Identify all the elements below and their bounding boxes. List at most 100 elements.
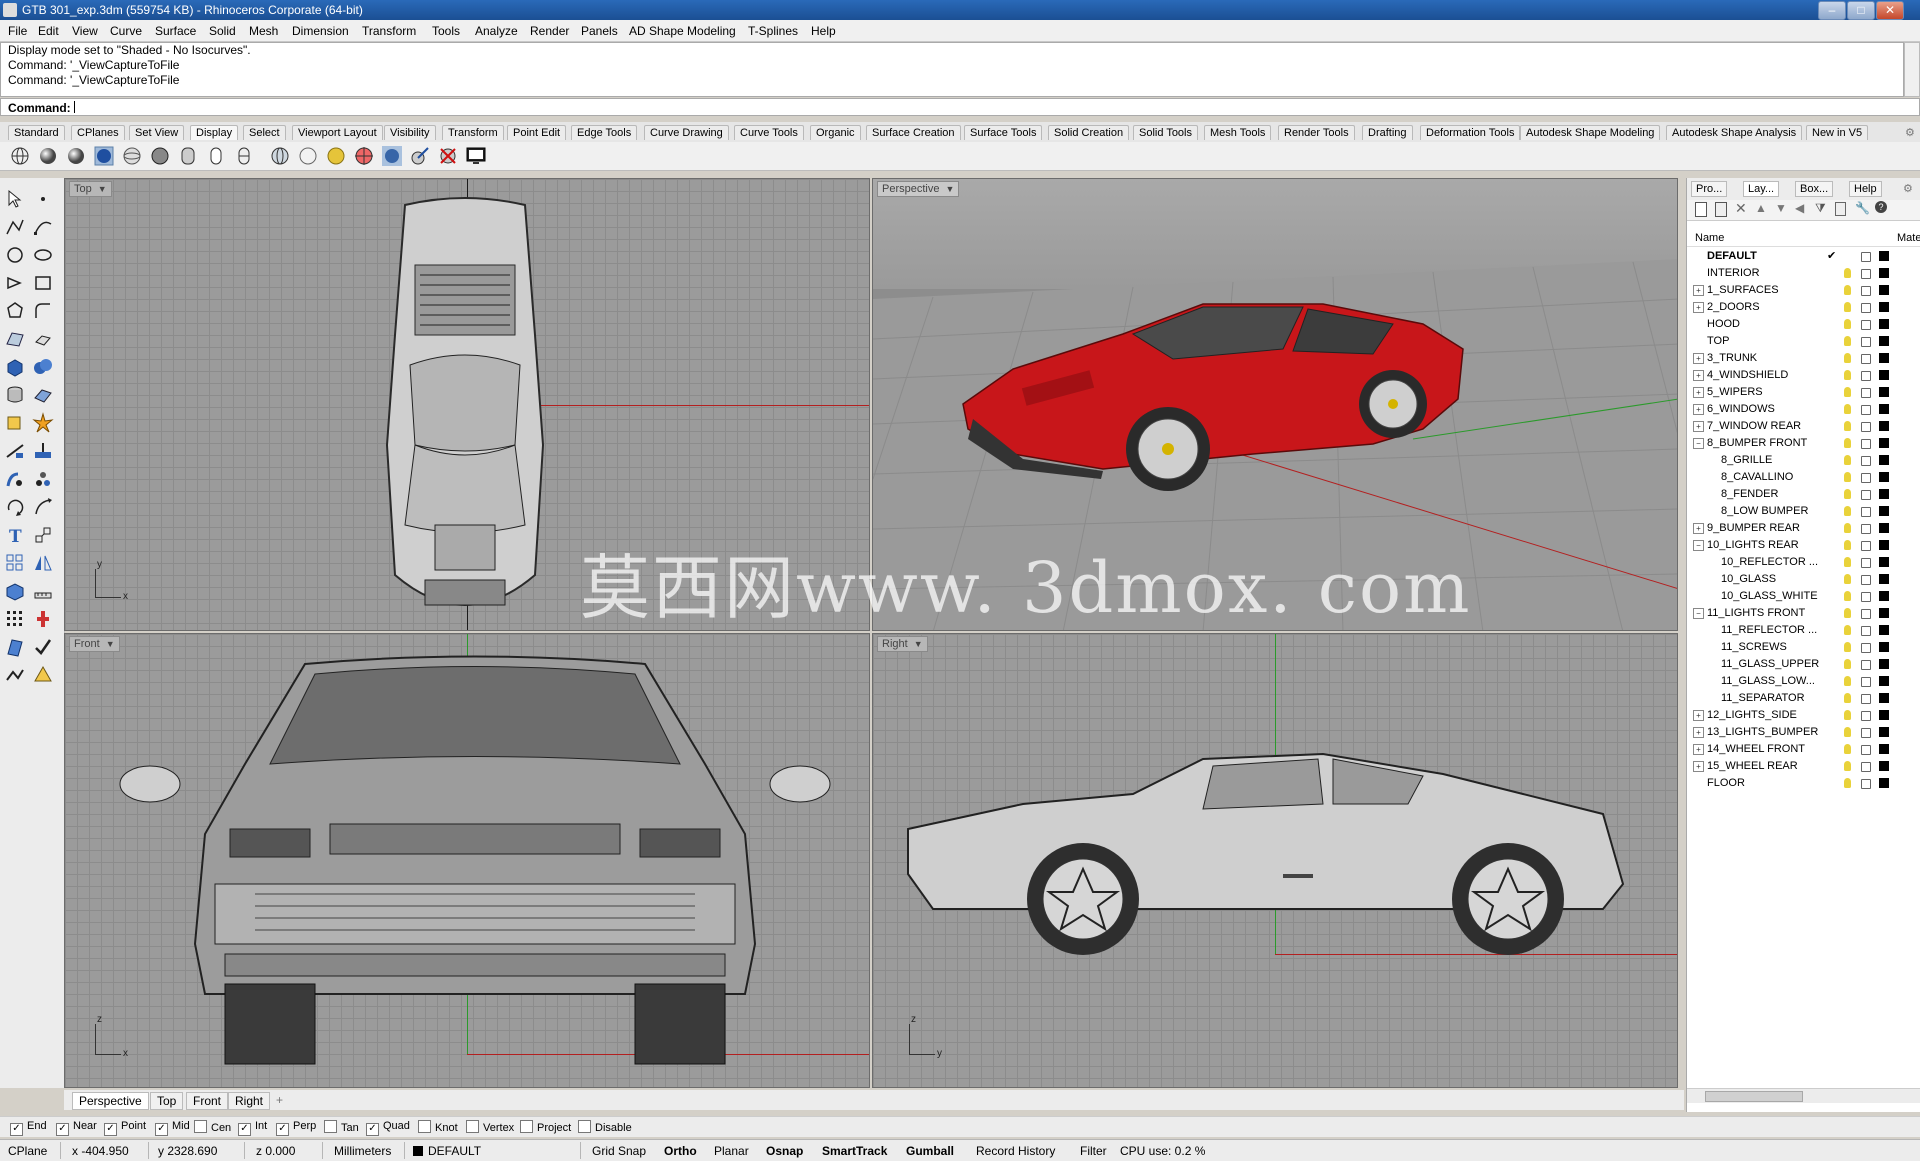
close-button[interactable]: ✕ [1876, 1, 1904, 20]
layer-color-swatch[interactable] [1879, 761, 1889, 771]
tools-icon[interactable]: 🔧 [1855, 201, 1870, 215]
analyze-icon[interactable] [4, 636, 26, 658]
expand-icon[interactable]: + [1693, 353, 1704, 364]
tab-solid-tools[interactable]: Solid Tools [1133, 125, 1198, 140]
lock-icon[interactable] [1861, 473, 1871, 483]
tab-properties[interactable]: Pro... [1691, 181, 1728, 197]
boolean-union-icon[interactable] [32, 356, 54, 378]
checkbox[interactable] [418, 1120, 431, 1133]
viewport-front[interactable]: Front ▼ zx [64, 633, 870, 1088]
lock-icon[interactable] [1861, 626, 1871, 636]
new-sublayer-icon[interactable] [1715, 202, 1727, 217]
menu-solid[interactable]: Solid [209, 24, 236, 38]
gear-icon[interactable]: ⚙ [1899, 181, 1917, 196]
checkbox[interactable]: ✓ [104, 1123, 117, 1136]
tab-display[interactable]: Display [190, 125, 239, 140]
dimension-icon[interactable] [32, 524, 54, 546]
filter-button[interactable]: Filter [1080, 1144, 1107, 1158]
layer-name[interactable]: 10_LIGHTS REAR [1707, 539, 1799, 551]
lock-icon[interactable] [1861, 507, 1871, 517]
smarttrack-toggle[interactable]: SmartTrack [822, 1144, 887, 1158]
fillet-curve-icon[interactable] [32, 300, 54, 322]
layer-name[interactable]: 12_LIGHTS_SIDE [1707, 709, 1797, 721]
layer-row[interactable]: +5_WIPERS [1687, 384, 1920, 401]
layer-row[interactable]: FLOOR [1687, 775, 1920, 792]
lock-icon[interactable] [1861, 252, 1871, 262]
lock-icon[interactable] [1861, 388, 1871, 398]
lock-icon[interactable] [1861, 541, 1871, 551]
checkbox[interactable] [194, 1120, 207, 1133]
tab-point-edit[interactable]: Point Edit [507, 125, 567, 140]
layer-name[interactable]: 7_WINDOW REAR [1707, 420, 1801, 432]
layer-color-swatch[interactable] [1879, 421, 1889, 431]
viewport-label-front[interactable]: Front ▼ [69, 636, 120, 652]
layer-color-swatch[interactable] [1879, 693, 1889, 703]
osnap-project[interactable]: Project [520, 1120, 571, 1134]
tab-solid-creation[interactable]: Solid Creation [1048, 125, 1130, 140]
visibility-bulb-icon[interactable] [1844, 574, 1851, 584]
layer-color-swatch[interactable] [1879, 642, 1889, 652]
layer-name[interactable]: 8_LOW BUMPER [1721, 505, 1808, 517]
layer-color-swatch[interactable] [1879, 778, 1889, 788]
white-sphere-icon[interactable] [298, 146, 318, 166]
ellipse-icon[interactable] [32, 244, 54, 266]
layer-name[interactable]: 8_GRILLE [1721, 454, 1772, 466]
layer-color-swatch[interactable] [1879, 557, 1889, 567]
extrude-icon[interactable] [32, 328, 54, 350]
clipboard-icon[interactable] [1835, 202, 1846, 216]
gear-icon[interactable]: ⚙ [1900, 125, 1920, 140]
scrollbar-thumb[interactable] [1705, 1091, 1803, 1102]
chevron-down-icon[interactable]: ▼ [945, 184, 954, 194]
visibility-bulb-icon[interactable] [1844, 336, 1851, 346]
checkbox[interactable] [520, 1120, 533, 1133]
rendered-sphere-icon[interactable] [66, 146, 86, 166]
wireframe-sphere-icon[interactable] [10, 146, 30, 166]
visibility-bulb-icon[interactable] [1844, 302, 1851, 312]
arc-icon[interactable] [4, 272, 26, 294]
tab-surface-creation[interactable]: Surface Creation [866, 125, 961, 140]
layer-row[interactable]: 11_REFLECTOR ... [1687, 622, 1920, 639]
layer-color-swatch[interactable] [1879, 523, 1889, 533]
layer-name[interactable]: 6_WINDOWS [1707, 403, 1775, 415]
layer-row[interactable]: 11_GLASS_LOW... [1687, 673, 1920, 690]
checkbox[interactable]: ✓ [155, 1123, 168, 1136]
join-icon[interactable] [4, 468, 26, 490]
technical-sphere-icon[interactable] [150, 146, 170, 166]
layer-row[interactable]: 10_REFLECTOR ... [1687, 554, 1920, 571]
render-icon[interactable] [4, 664, 26, 686]
expand-icon[interactable]: + [1693, 744, 1704, 755]
minimize-button[interactable]: – [1818, 1, 1846, 20]
crosshair-sphere-icon[interactable] [354, 146, 374, 166]
osnap-disable[interactable]: Disable [578, 1120, 632, 1134]
trim-icon[interactable] [4, 440, 26, 462]
expand-icon[interactable]: + [1693, 727, 1704, 738]
chevron-down-icon[interactable]: ▼ [106, 639, 115, 649]
menu-surface[interactable]: Surface [155, 24, 196, 38]
menu-ad-shape-modeling[interactable]: AD Shape Modeling [629, 24, 736, 38]
layer-name[interactable]: 11_GLASS_UPPER [1721, 658, 1819, 670]
lock-icon[interactable] [1861, 439, 1871, 449]
visibility-bulb-icon[interactable] [1844, 591, 1851, 601]
layer-row[interactable]: +7_WINDOW REAR [1687, 418, 1920, 435]
layer-name[interactable]: 10_GLASS_WHITE [1721, 590, 1818, 602]
mesh-icon[interactable] [32, 384, 54, 406]
visibility-bulb-icon[interactable] [1844, 540, 1851, 550]
tab-deformation-tools[interactable]: Deformation Tools [1420, 125, 1521, 140]
visibility-bulb-icon[interactable] [1844, 421, 1851, 431]
lock-icon[interactable] [1861, 728, 1871, 738]
layer-name[interactable]: 8_FENDER [1721, 488, 1778, 500]
layer-color-swatch[interactable] [1879, 710, 1889, 720]
osnap-cen[interactable]: Cen [194, 1120, 231, 1134]
layer-name[interactable]: HOOD [1707, 318, 1740, 330]
ghosted-sphere-icon[interactable] [94, 146, 114, 166]
layer-name[interactable]: 9_BUMPER REAR [1707, 522, 1800, 534]
expand-icon[interactable]: + [1693, 404, 1704, 415]
rotate-icon[interactable] [4, 496, 26, 518]
osnap-vertex[interactable]: Vertex [466, 1120, 514, 1134]
tab-edge-tools[interactable]: Edge Tools [571, 125, 638, 140]
cage-edit-icon[interactable] [4, 412, 26, 434]
tab-autodesk-shape-modeling[interactable]: Autodesk Shape Modeling [1520, 125, 1661, 140]
checkbox[interactable] [324, 1120, 337, 1133]
layer-color-swatch[interactable] [1879, 404, 1889, 414]
layer-row[interactable]: +4_WINDSHIELD [1687, 367, 1920, 384]
